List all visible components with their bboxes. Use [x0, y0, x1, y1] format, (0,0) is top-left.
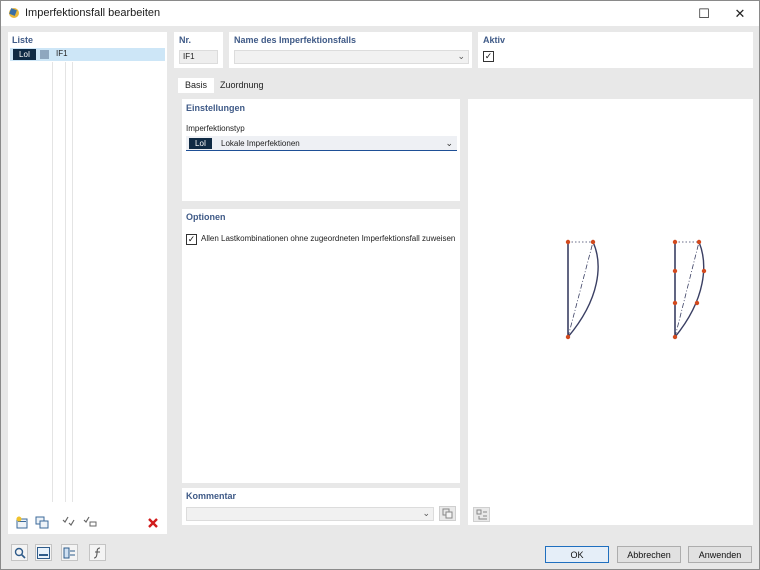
comment-title: Kommentar: [186, 491, 237, 501]
imperfection-type-select[interactable]: LoI Lokale Imperfektionen ⌄: [186, 136, 457, 151]
comment-panel: Kommentar ⌄: [182, 488, 460, 525]
check-all-button[interactable]: [60, 515, 77, 530]
options-title: Optionen: [186, 212, 226, 222]
comment-edit-button[interactable]: [439, 506, 456, 521]
active-label: Aktiv: [483, 35, 506, 45]
delete-icon: [147, 517, 158, 528]
maximize-button[interactable]: ☐: [687, 1, 721, 26]
chevron-down-icon: ⌄: [422, 508, 430, 518]
app-icon: [9, 8, 19, 18]
list-item-tag: LoI: [13, 49, 37, 60]
uncheck-all-icon: [83, 516, 96, 527]
active-checkbox[interactable]: ✓: [483, 51, 494, 62]
window-title: Imperfektionsfall bearbeiten: [25, 7, 161, 19]
new-item-icon: [16, 516, 27, 529]
apply-button[interactable]: Anwenden: [688, 546, 752, 563]
list-title: Liste: [12, 35, 34, 45]
copy-item-button[interactable]: [33, 515, 50, 530]
display-icon: [63, 547, 75, 558]
copy-item-icon: [35, 516, 48, 529]
tree-line: [72, 62, 73, 502]
list-toolbar: [8, 512, 167, 534]
settings-title: Einstellungen: [186, 103, 246, 113]
uncheck-all-button[interactable]: [81, 515, 98, 530]
ok-button[interactable]: OK: [545, 546, 609, 563]
function-button[interactable]: [89, 544, 106, 561]
tree-line: [65, 62, 66, 502]
maximize-icon: ☐: [698, 5, 710, 21]
new-item-button[interactable]: [13, 515, 30, 530]
dialog-window: Imperfektionsfall bearbeiten ☐ ✕ Liste L…: [0, 0, 760, 570]
name-label: Name des Imperfektionsfalls: [234, 35, 357, 45]
number-panel: Nr. IF1: [174, 32, 223, 68]
display-button[interactable]: [61, 544, 78, 561]
imperfection-type-tag: LoI: [189, 138, 213, 149]
units-icon: [37, 546, 50, 559]
cancel-button[interactable]: Abbrechen: [617, 546, 681, 563]
segmented-imperfection-figure: [672, 239, 707, 340]
list-item-name: IF1: [56, 49, 68, 58]
preview-panel: [468, 99, 753, 525]
color-swatch: [40, 50, 49, 59]
tab-basis[interactable]: Basis: [178, 78, 215, 93]
imperfection-type-label: Imperfektionstyp: [186, 124, 245, 133]
close-button[interactable]: ✕: [723, 1, 757, 26]
preview-options-button[interactable]: [473, 507, 490, 522]
delete-button[interactable]: [144, 515, 161, 530]
tab-zuordnung[interactable]: Zuordnung: [213, 78, 271, 93]
options-panel: Optionen ✓ Allen Lastkombinationen ohne …: [182, 209, 460, 483]
units-button[interactable]: [35, 544, 52, 561]
check-all-icon: [62, 516, 75, 526]
name-combobox[interactable]: ⌄: [234, 50, 469, 64]
active-panel: Aktiv ✓: [478, 32, 753, 68]
number-field: IF1: [179, 50, 218, 64]
simple-imperfection-figure: [565, 239, 599, 340]
list-panel: Liste LoI IF1: [8, 32, 167, 534]
copy-icon: [442, 508, 453, 519]
function-icon: [93, 546, 100, 559]
chevron-down-icon: ⌄: [457, 51, 465, 61]
view-settings-icon: [476, 509, 487, 520]
imperfection-diagram: [565, 239, 707, 340]
title-bar: Imperfektionsfall bearbeiten ☐ ✕: [1, 1, 759, 26]
assign-all-label: Allen Lastkombinationen ohne zugeordnete…: [201, 234, 456, 243]
comment-combobox[interactable]: ⌄: [186, 507, 434, 521]
tree-line: [52, 62, 53, 502]
list-item[interactable]: LoI IF1: [10, 48, 165, 61]
name-panel: Name des Imperfektionsfalls ⌄: [229, 32, 472, 68]
chevron-down-icon: ⌄: [445, 138, 453, 148]
search-button[interactable]: [11, 544, 28, 561]
close-icon: ✕: [734, 5, 746, 21]
imperfection-type-value: Lokale Imperfektionen: [221, 139, 300, 148]
dialog-body: Liste LoI IF1 Nr. IF1 Name des Imperfekt…: [1, 26, 759, 569]
number-label: Nr.: [179, 35, 192, 45]
assign-all-checkbox[interactable]: ✓: [186, 234, 197, 245]
settings-panel: Einstellungen Imperfektionstyp LoI Lokal…: [182, 99, 460, 201]
search-icon: [14, 547, 26, 559]
